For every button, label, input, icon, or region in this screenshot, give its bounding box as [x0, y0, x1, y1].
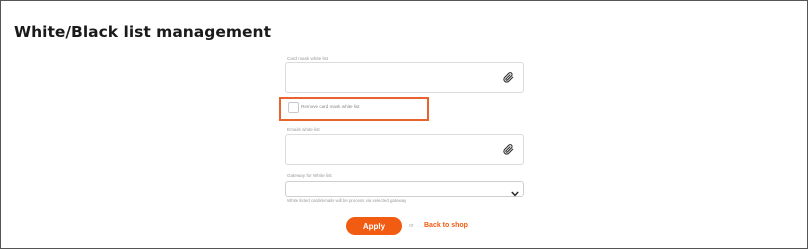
- gateway-select[interactable]: [285, 181, 524, 197]
- or-separator: or: [409, 223, 414, 229]
- apply-button[interactable]: Apply: [346, 217, 402, 235]
- gateway-hint: White listed cardi/emails will be proces…: [287, 198, 407, 203]
- page-title: White/Black list management: [14, 23, 271, 41]
- remove-card-mask-label[interactable]: Remove card mask white list: [301, 104, 359, 109]
- back-to-shop-link[interactable]: Back to shop: [424, 222, 468, 229]
- page-container: White/Black list management Card mask wh…: [0, 0, 808, 249]
- remove-card-mask-checkbox[interactable]: [288, 102, 299, 113]
- gateway-label: Gateway for White list: [287, 173, 332, 178]
- chevron-down-icon[interactable]: [511, 185, 519, 197]
- card-mask-white-list-upload[interactable]: [285, 62, 524, 93]
- paperclip-icon[interactable]: [503, 72, 514, 83]
- paperclip-icon[interactable]: [503, 144, 514, 155]
- highlight-box: [279, 97, 429, 121]
- emails-white-list-upload[interactable]: [285, 134, 524, 165]
- emails-white-list-label: Emails white list: [287, 127, 320, 132]
- card-mask-white-list-label: Card mask white list: [287, 56, 329, 61]
